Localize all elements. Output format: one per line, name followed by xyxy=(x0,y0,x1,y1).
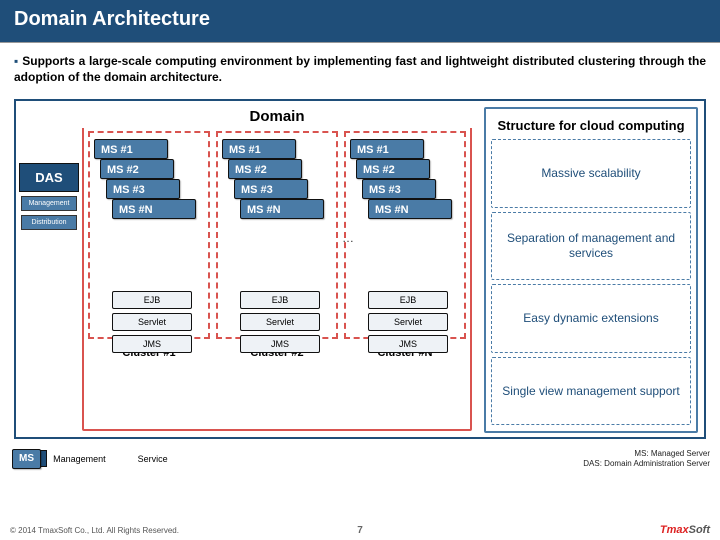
domain-title: Domain xyxy=(82,103,472,128)
legend-das-text: Management xyxy=(53,454,106,464)
intro-body: Supports a large-scale computing environ… xyxy=(14,54,706,84)
logo-part-b: Soft xyxy=(689,524,710,536)
domain-area: Domain … MS #1 MS #2 MS #3 MS #N EJB Ser… xyxy=(82,101,480,437)
cluster-1: MS #1 MS #2 MS #3 MS #N EJB Servlet JMS … xyxy=(88,131,210,429)
legend-definitions: MS: Managed Server DAS: Domain Administr… xyxy=(583,449,710,468)
ms-box: MS #N xyxy=(368,199,452,219)
footer-copyright: © 2014 TmaxSoft Co., Ltd. All Rights Res… xyxy=(10,526,179,535)
panel-row-single-view: Single view management support xyxy=(491,357,691,426)
legend: DAS Management MS Service MS: Managed Se… xyxy=(0,443,720,468)
ms-box: MS #N xyxy=(112,199,196,219)
legend-ms-text: Service xyxy=(138,454,168,464)
cluster-box-n: MS #1 MS #2 MS #3 MS #N EJB Servlet JMS xyxy=(344,131,466,339)
footer-logo: TmaxSoft xyxy=(660,524,710,536)
ms-box: MS #3 xyxy=(362,179,436,199)
cluster-box-2: MS #1 MS #2 MS #3 MS #N EJB Servlet JMS xyxy=(216,131,338,339)
engine-servlet: Servlet xyxy=(240,313,320,331)
cluster-2: MS #1 MS #2 MS #3 MS #N EJB Servlet JMS … xyxy=(216,131,338,429)
ellipsis: … xyxy=(342,231,354,245)
engine-jms: JMS xyxy=(368,335,448,353)
ms-box: MS #2 xyxy=(100,159,174,179)
panel-row-extensions: Easy dynamic extensions xyxy=(491,284,691,353)
footer: © 2014 TmaxSoft Co., Ltd. All Rights Res… xyxy=(10,524,710,536)
ms-box: MS #1 xyxy=(222,139,296,159)
footer-page-number: 7 xyxy=(357,525,363,536)
panel-row-scalability: Massive scalability xyxy=(491,139,691,208)
engine-jms: JMS xyxy=(112,335,192,353)
engine-servlet: Servlet xyxy=(112,313,192,331)
diagram-frame: DAS Management Distribution Domain … MS … xyxy=(14,99,706,439)
engine-jms: JMS xyxy=(240,335,320,353)
intro-text: ▪ Supports a large-scale computing envir… xyxy=(0,43,720,93)
ms-box: MS #1 xyxy=(94,139,168,159)
ms-box: MS #2 xyxy=(356,159,430,179)
engine-ejb: EJB xyxy=(368,291,448,309)
engine-ejb: EJB xyxy=(112,291,192,309)
engine-servlet: Servlet xyxy=(368,313,448,331)
ms-box: MS #3 xyxy=(106,179,180,199)
legend-ms-box: MS xyxy=(12,449,41,469)
ms-box: MS #N xyxy=(240,199,324,219)
bullet-icon: ▪ xyxy=(14,54,19,68)
das-rail: DAS Management Distribution xyxy=(16,101,82,437)
ms-box: MS #2 xyxy=(228,159,302,179)
structure-panel: Structure for cloud computing Massive sc… xyxy=(480,101,704,437)
ms-box: MS #3 xyxy=(234,179,308,199)
das-management: Management xyxy=(21,196,77,211)
page-title: Domain Architecture xyxy=(0,0,720,39)
panel-row-separation: Separation of management and services xyxy=(491,212,691,281)
cluster-box-1: MS #1 MS #2 MS #3 MS #N EJB Servlet JMS xyxy=(88,131,210,339)
logo-part-a: Tmax xyxy=(660,524,689,536)
cluster-n: MS #1 MS #2 MS #3 MS #N EJB Servlet JMS … xyxy=(344,131,466,429)
engine-ejb: EJB xyxy=(240,291,320,309)
das-distribution: Distribution xyxy=(21,215,77,230)
das-label: DAS xyxy=(19,163,79,192)
ms-box: MS #1 xyxy=(350,139,424,159)
clusters: MS #1 MS #2 MS #3 MS #N EJB Servlet JMS … xyxy=(88,131,466,429)
panel-title: Structure for cloud computing xyxy=(491,114,691,139)
